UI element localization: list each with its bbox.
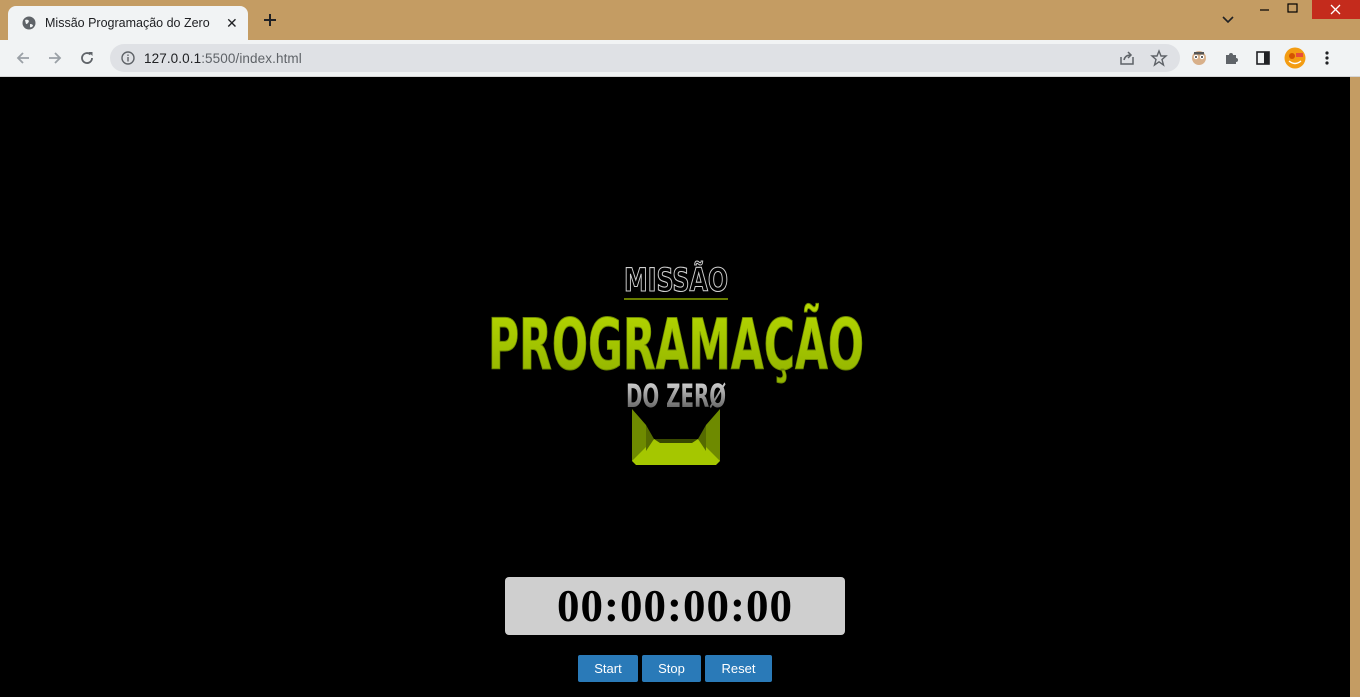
stop-button[interactable]: Stop [642, 655, 701, 682]
info-icon[interactable] [121, 51, 135, 65]
tab-close-icon[interactable]: ✕ [226, 15, 238, 31]
back-icon[interactable] [14, 49, 32, 67]
url-text: 127.0.0.1:5500/index.html [144, 51, 302, 66]
url-host: 127.0.0.1 [144, 51, 202, 66]
plus-icon[interactable] [261, 11, 279, 29]
logo-line-missao: MISSÃO [624, 261, 728, 299]
address-bar[interactable]: 127.0.0.1:5500/index.html [110, 44, 1180, 72]
minimize-icon[interactable] [1250, 0, 1280, 18]
missao-programacao-logo: MISSÃO PROGRAMAÇÃO DO ZERØ [488, 260, 865, 465]
page-viewport: MISSÃO PROGRAMAÇÃO DO ZERØ 00:00:00:00 S… [0, 77, 1350, 697]
logo-emblem [632, 409, 720, 465]
star-icon[interactable] [1150, 49, 1168, 67]
sidepanel-icon[interactable] [1254, 49, 1272, 67]
globe-icon [22, 16, 36, 30]
browser-toolbar: 127.0.0.1:5500/index.html [0, 40, 1360, 77]
tab-title: Missão Programação do Zero [45, 16, 210, 30]
browser-tab[interactable]: Missão Programação do Zero ✕ [8, 6, 248, 40]
maximize-icon[interactable] [1280, 0, 1310, 18]
puzzle-icon[interactable] [1222, 49, 1240, 67]
logo-line-programacao: PROGRAMAÇÃO [488, 304, 864, 386]
browser-titlebar: Missão Programação do Zero ✕ [0, 0, 1360, 40]
logo-line-do-zero: DO ZERØ [626, 377, 726, 415]
share-icon[interactable] [1118, 49, 1136, 67]
window-edge [1350, 77, 1360, 697]
reset-button[interactable]: Reset [705, 655, 772, 682]
chevron-down-icon[interactable] [1221, 15, 1235, 25]
extension-icon[interactable] [1190, 49, 1208, 67]
profile-avatar[interactable] [1284, 47, 1306, 69]
close-icon[interactable] [1312, 0, 1360, 19]
url-path: :5500/index.html [201, 51, 302, 66]
reload-icon[interactable] [78, 49, 96, 67]
stopwatch-time: 00:00:00:00 [557, 581, 793, 631]
stopwatch-display: 00:00:00:00 [505, 577, 845, 635]
forward-icon[interactable] [46, 49, 64, 67]
menu-icon[interactable] [1318, 49, 1336, 67]
start-button[interactable]: Start [578, 655, 638, 682]
